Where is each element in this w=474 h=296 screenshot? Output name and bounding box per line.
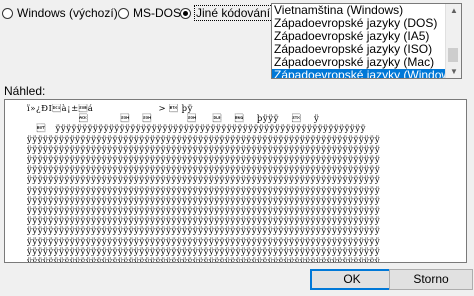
radio-windows-default[interactable]: Windows (výchozí) [2,5,118,21]
preview-label: Náhled: [4,84,46,98]
radio-other-encoding-label: Jiné kódování: [193,5,276,21]
ok-button[interactable]: OK [310,269,394,290]
encoding-list-scrollbar[interactable]: ▲ ▼ [445,4,461,78]
radio-ms-dos[interactable]: MS-DOS [118,5,181,21]
encoding-list-item-selected[interactable]: Západoevropské jazyky (Windows) [272,69,460,78]
preview-text: ï»¿ÐÏà¡±á >  þÿ       þÿÿÿ  ÿ … [27,104,381,263]
radio-other-encoding-indicator[interactable] [180,7,191,19]
scroll-up-arrow-icon[interactable]: ▲ [450,6,458,15]
radio-windows-default-indicator[interactable] [2,7,13,19]
scroll-down-arrow-icon[interactable]: ▼ [450,67,458,76]
radio-other-encoding[interactable]: Jiné kódování: [180,5,276,21]
encoding-listbox[interactable]: Vietnamština (Windows) Západoevropské ja… [271,3,462,79]
preview-box: ï»¿ÐÏà¡±á >  þÿ       þÿÿÿ  ÿ … [4,99,467,263]
radio-ms-dos-indicator[interactable] [118,7,129,19]
cancel-button[interactable]: Storno [389,269,473,290]
radio-windows-default-label: Windows (výchozí) [17,6,118,20]
scrollbar-thumb[interactable] [448,48,458,62]
radio-ms-dos-label: MS-DOS [133,6,181,20]
